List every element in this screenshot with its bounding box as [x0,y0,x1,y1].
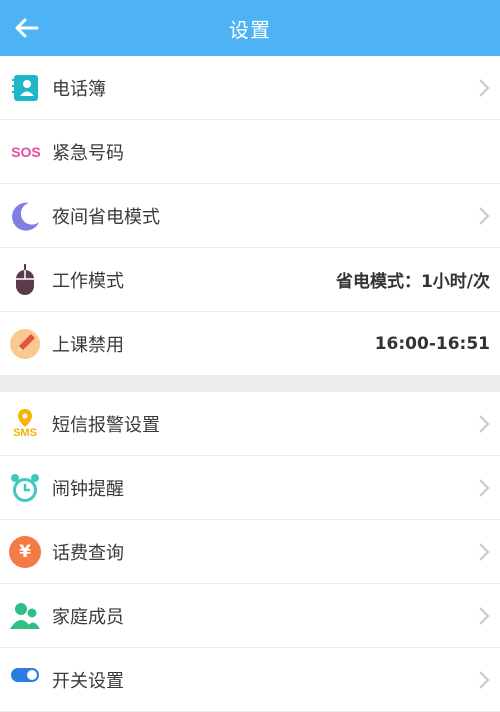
contacts-icon [8,70,42,106]
row-label: 开关设置 [52,670,124,692]
sms-location-icon: SMS [8,404,42,444]
mouse-icon [8,262,42,298]
settings-row-switch-settings[interactable]: 开关设置 [0,648,500,712]
chevron-right-icon [479,207,490,225]
settings-row-balance-query[interactable]: ¥ 话费查询 [0,520,500,584]
settings-row-work-mode[interactable]: 工作模式 省电模式：1小时/次 [0,248,500,312]
settings-row-night-power-save[interactable]: 夜间省电模式 [0,184,500,248]
settings-row-sms-alarm[interactable]: SMS 短信报警设置 [0,392,500,456]
row-label: 工作模式 [52,270,124,292]
yuan-icon-circle: ¥ [9,536,41,568]
settings-row-family-members[interactable]: 家庭成员 [0,584,500,648]
settings-row-emergency-number[interactable]: SOS 紧急号码 [0,120,500,184]
chevron-right-icon [479,479,490,497]
row-label: 家庭成员 [52,606,124,628]
sos-icon: SOS [6,134,46,170]
moon-icon [8,198,42,234]
settings-section-2: SMS 短信报警设置 闹钟提醒 ¥ 话费查询 家庭成员 开关设置 [0,392,500,712]
settings-row-class-disable[interactable]: 上课禁用 16:00-16:51 [0,312,500,376]
row-label: 电话簿 [52,78,106,100]
sms-icon-text: SMS [13,427,37,439]
chevron-right-icon [479,671,490,689]
yuan-icon: ¥ [8,534,42,570]
row-label: 闹钟提醒 [52,478,124,500]
toggle-icon [8,662,42,698]
row-label: 上课禁用 [52,334,124,356]
row-label: 夜间省电模式 [52,206,160,228]
class-disable-time-value: 16:00-16:51 [374,333,490,354]
family-icon [8,598,42,634]
chevron-right-icon [479,415,490,433]
alarm-clock-icon [8,470,42,506]
row-label: 话费查询 [52,542,124,564]
settings-row-contacts[interactable]: 电话簿 [0,56,500,120]
settings-row-alarm-reminder[interactable]: 闹钟提醒 [0,456,500,520]
chevron-right-icon [479,607,490,625]
chevron-right-icon [479,79,490,97]
work-mode-value: 省电模式：1小时/次 [335,272,490,292]
sos-icon-text: SOS [11,144,41,160]
page-title: 设置 [229,17,271,42]
app-header: 设置 [0,0,500,56]
row-label: 短信报警设置 [52,414,160,436]
back-arrow-icon[interactable] [12,14,40,42]
pencil-icon [8,326,42,362]
row-label: 紧急号码 [52,142,124,164]
settings-section-1: 电话簿 SOS 紧急号码 夜间省电模式 工作模式 省电模式：1小时/次 上课禁用… [0,56,500,376]
yuan-icon-text: ¥ [19,542,31,562]
chevron-right-icon [479,543,490,561]
section-divider [0,376,500,392]
